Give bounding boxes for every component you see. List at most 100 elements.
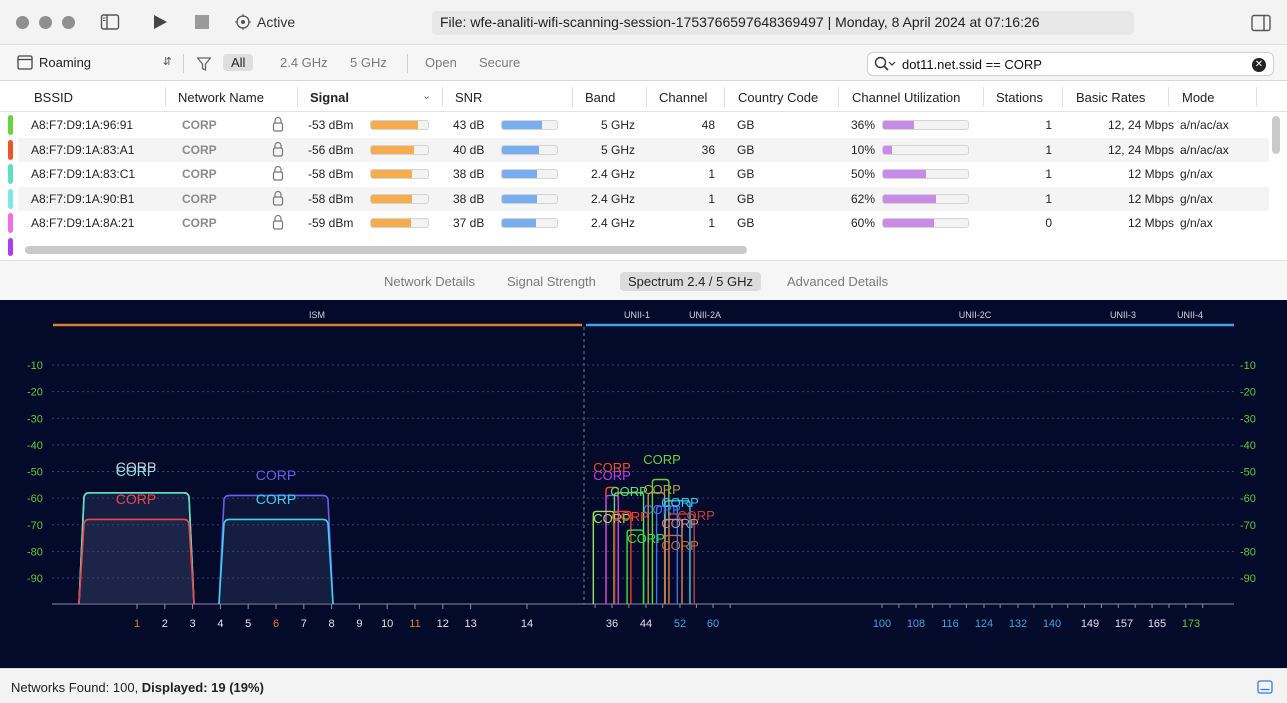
col-channel-utilization[interactable]: Channel Utilization	[852, 90, 960, 105]
signal-curve-5ghz	[664, 518, 683, 604]
y-tick-label-right: -80	[1240, 546, 1256, 558]
play-icon[interactable]	[151, 13, 169, 34]
mode-select[interactable]: Roaming ⇵	[17, 55, 172, 70]
sort-chevron-down-icon[interactable]: ⌄	[422, 89, 431, 102]
clear-search-icon[interactable]: ✕	[1252, 58, 1266, 72]
table-row[interactable]: A8:F7:D9:1A:96:91 CORP -53 dBm 43 dB 5 GHz 48…	[18, 113, 1269, 137]
mode-cell: g/n/ax	[1180, 191, 1213, 206]
col-band[interactable]: Band	[585, 90, 615, 105]
snr-cell: 37 dB	[453, 216, 485, 230]
row-color-tag	[8, 164, 13, 184]
spectrum-chart: ISM UNII-1 UNII-2A UNII-2C UNII-3 UNII-4 -10 -1…	[0, 300, 1287, 668]
utilization-bar	[882, 120, 969, 130]
y-tick-label-left: -20	[27, 387, 43, 399]
network-label-5ghz: CORP	[593, 468, 631, 483]
filter-open[interactable]: Open	[425, 55, 457, 70]
minimize-window-button[interactable]	[39, 16, 52, 29]
y-tick-label-left: -60	[27, 493, 43, 505]
basic-rates-cell: 12 Mbps	[1127, 216, 1174, 230]
tab-signal-strength[interactable]: Signal Strength	[507, 274, 596, 289]
band-label: UNII-1	[624, 310, 650, 320]
network-name-cell: CORP	[182, 191, 217, 206]
zoom-window-button[interactable]	[62, 16, 75, 29]
basic-rates-cell: 12, 24 Mbps	[1107, 118, 1174, 132]
console-icon[interactable]	[1257, 680, 1273, 697]
toggle-sidebar-icon[interactable]	[100, 12, 120, 35]
network-name-cell: CORP	[182, 142, 217, 157]
divider	[407, 54, 408, 73]
col-bssid[interactable]: BSSID	[34, 90, 73, 105]
divider	[1168, 87, 1169, 107]
channel-cell: 1	[708, 167, 715, 181]
y-tick-label-right: -30	[1240, 413, 1256, 425]
filter-5ghz[interactable]: 5 GHz	[350, 55, 387, 70]
x-tick-label: 52	[674, 618, 686, 630]
x-tick-label: 140	[1043, 618, 1061, 630]
snr-bar	[501, 218, 558, 228]
close-window-button[interactable]	[16, 16, 29, 29]
bssid-cell: A8:F7:D9:1A:83:A1	[31, 142, 135, 157]
snr-cell: 38 dB	[453, 191, 485, 206]
table-row[interactable]: A8:F7:D9:1A:90:B1 CORP -58 dBm 38 dB 2.4 GHz…	[18, 186, 1269, 211]
utilization-bar	[882, 193, 969, 204]
col-snr[interactable]: SNR	[455, 90, 482, 105]
tab-advanced-details[interactable]: Advanced Details	[787, 274, 888, 289]
snr-cell: 40 dB	[453, 142, 485, 157]
network-name-cell: CORP	[182, 216, 217, 230]
filter-secure[interactable]: Secure	[479, 55, 520, 70]
bssid-cell: A8:F7:D9:1A:90:B1	[31, 191, 135, 206]
x-tick-label: 13	[464, 618, 476, 630]
snr-cell: 38 dB	[453, 167, 485, 181]
filter-icon[interactable]	[196, 56, 212, 75]
networks-found-label: Networks Found: 100,	[11, 680, 142, 695]
lock-icon	[272, 214, 284, 233]
search-input[interactable]: dot11.net.ssid == CORP	[902, 57, 1042, 72]
y-tick-label-left: -70	[27, 520, 43, 532]
status-text: Networks Found: 100, Displayed: 19 (19%)	[11, 680, 264, 695]
vertical-scrollbar[interactable]	[1272, 116, 1280, 154]
search-icon	[874, 56, 896, 71]
divider	[165, 87, 166, 107]
table-row[interactable]: A8:F7:D9:1A:83:C1 CORP -58 dBm 38 dB 2.4 GHz…	[18, 162, 1269, 186]
x-tick-label: 12	[437, 618, 449, 630]
snr-bar	[501, 120, 558, 130]
tab-network-details[interactable]: Network Details	[384, 274, 475, 289]
col-network-name[interactable]: Network Name	[178, 90, 264, 105]
y-tick-label-left: -10	[27, 360, 43, 372]
signal-curve-24ghz	[78, 518, 195, 605]
stations-cell: 1	[1045, 142, 1052, 157]
filter-search-field[interactable]: dot11.net.ssid == CORP ✕	[867, 52, 1274, 76]
stations-cell: 0	[1045, 216, 1052, 230]
table-row[interactable]: A8:F7:D9:1A:8A:21 CORP -59 dBm 37 dB 2.4 GHz…	[18, 211, 1269, 235]
col-stations[interactable]: Stations	[996, 90, 1043, 105]
horizontal-scrollbar[interactable]	[25, 246, 747, 254]
tab-spectrum[interactable]: Spectrum 2.4 / 5 GHz	[620, 272, 761, 291]
signal-curve-5ghz	[605, 486, 619, 604]
mode-cell: a/n/ac/ax	[1180, 118, 1229, 132]
inspector-toggle-icon[interactable]	[1251, 14, 1271, 35]
network-label-5ghz: CORP	[627, 531, 665, 546]
band-cell: 5 GHz	[600, 142, 635, 157]
network-name-cell: CORP	[182, 118, 217, 132]
band-label: UNII-4	[1177, 310, 1203, 320]
table-row[interactable]: A8:F7:D9:1A:83:A1 CORP -56 dBm 40 dB 5 GHz 36…	[18, 137, 1269, 162]
channel-cell: 1	[708, 191, 715, 206]
col-country-code[interactable]: Country Code	[738, 90, 818, 105]
col-mode[interactable]: Mode	[1182, 90, 1215, 105]
displayed-count: Displayed: 19 (19%)	[141, 680, 264, 695]
col-channel[interactable]: Channel	[659, 90, 707, 105]
col-basic-rates[interactable]: Basic Rates	[1076, 90, 1145, 105]
row-color-tag	[8, 213, 13, 233]
col-signal[interactable]: Signal	[310, 90, 349, 105]
capture-status[interactable]: Active	[235, 14, 295, 30]
bssid-cell: A8:F7:D9:1A:96:91	[31, 118, 134, 132]
status-bar: Networks Found: 100, Displayed: 19 (19%)	[0, 668, 1287, 703]
stop-icon[interactable]	[195, 15, 209, 32]
country-code-cell: GB	[737, 142, 755, 157]
filter-24ghz[interactable]: 2.4 GHz	[280, 55, 328, 70]
x-tick-label: 116	[941, 618, 959, 630]
channel-cell: 1	[708, 216, 715, 230]
x-tick-label: 124	[975, 618, 993, 630]
signal-cell: -56 dBm	[308, 142, 354, 157]
filter-all[interactable]: All	[223, 54, 254, 71]
